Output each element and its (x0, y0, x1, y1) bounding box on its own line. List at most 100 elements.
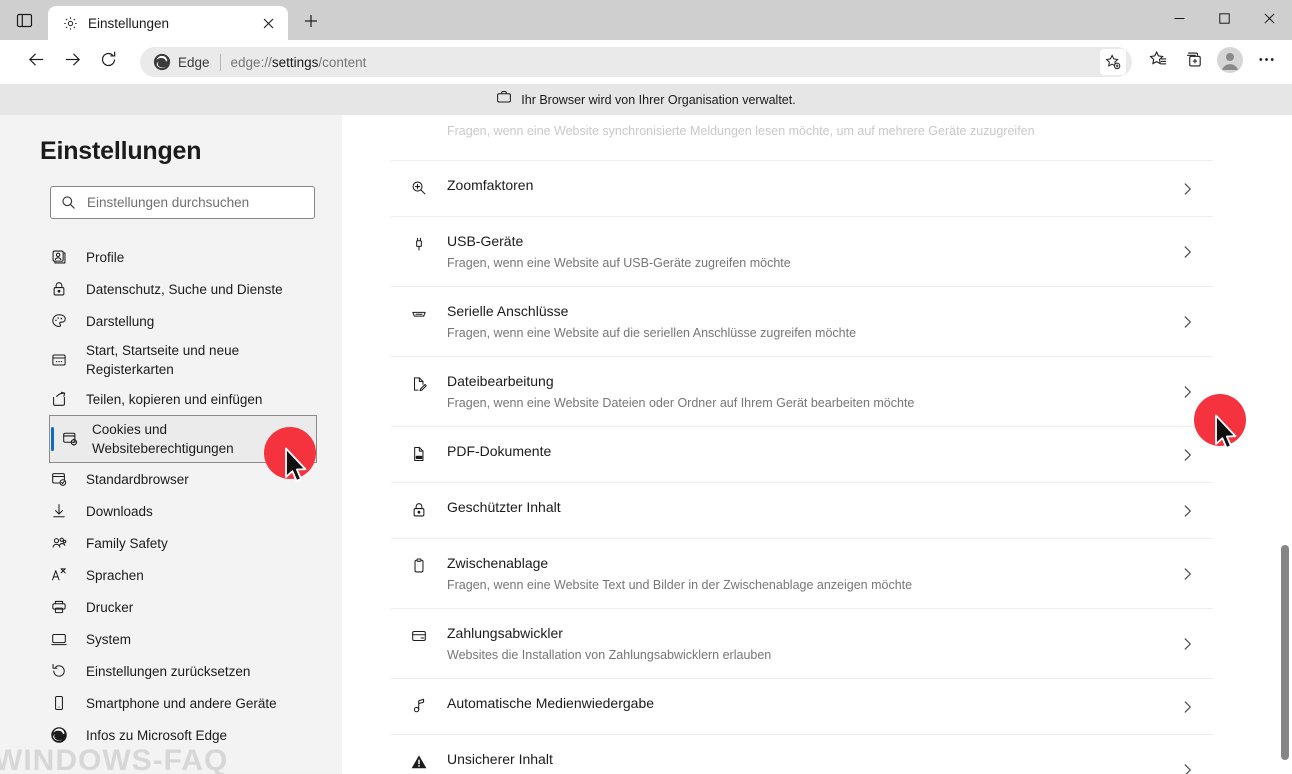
permission-title: Serielle Anschlüsse (447, 303, 569, 319)
organization-banner: Ihr Browser wird von Ihrer Organisation … (0, 84, 1292, 115)
zoom-icon (409, 178, 429, 198)
sidebar-item-teilen-kopieren-und-einf-gen[interactable]: Teilen, kopieren und einfügen (50, 383, 317, 415)
pdf-icon (409, 444, 429, 464)
organization-banner-text: Ihr Browser wird von Ihrer Organisation … (521, 92, 796, 107)
share-icon (50, 390, 68, 408)
sidebar-item-drucker[interactable]: Drucker (50, 591, 317, 623)
sidebar-item-profile[interactable]: Profile (50, 241, 317, 273)
permission-row-gesch-tzter-inhalt[interactable]: Geschützter Inhalt (391, 483, 1213, 539)
permission-row-pdf-dokumente[interactable]: PDF-Dokumente (391, 427, 1213, 483)
language-icon (50, 566, 68, 584)
clipboard-icon (409, 556, 429, 576)
sidebar-item-standardbrowser[interactable]: Standardbrowser (50, 463, 317, 495)
sidebar-item-einstellungen-zur-cksetzen[interactable]: Einstellungen zurücksetzen (50, 655, 317, 687)
search-settings-box[interactable] (50, 186, 315, 219)
sidebar-item-smartphone-und-andere-ger-te[interactable]: Smartphone und andere Geräte (50, 687, 317, 719)
profile-icon (50, 248, 68, 266)
download-icon (50, 502, 68, 520)
permission-row-zahlungsabwickler[interactable]: Zahlungsabwickler Websites die Installati… (391, 609, 1213, 679)
tab-actions-icon[interactable] (9, 6, 39, 34)
permission-row-serielle-anschl-sse[interactable]: Serielle Anschlüsse Fragen, wenn eine Web… (391, 287, 1213, 357)
sidebar-item-label: Downloads (86, 503, 153, 519)
more-options-button[interactable] (1248, 44, 1284, 80)
selection-indicator (51, 427, 54, 451)
arrow-left-icon (27, 50, 46, 74)
profile-avatar-icon (1217, 46, 1243, 78)
chevron-right-icon[interactable] (1180, 503, 1195, 518)
lock-icon (409, 500, 429, 520)
permission-title: Zoomfaktoren (447, 177, 534, 193)
edge-logo-icon (152, 53, 171, 72)
favorites-button[interactable] (1140, 44, 1176, 80)
palette-icon (50, 312, 68, 330)
chevron-right-icon[interactable] (1180, 244, 1195, 259)
search-input[interactable] (87, 195, 304, 210)
collections-button[interactable] (1176, 44, 1212, 80)
minimize-icon (1174, 11, 1185, 29)
family-icon (50, 534, 68, 552)
chevron-right-icon[interactable] (1180, 384, 1195, 399)
sidebar-item-start-startseite-und-neue-registerkarten[interactable]: Start, Startseite und neue Registerkarte… (50, 337, 317, 383)
url-bold: settings (271, 54, 319, 70)
omnibox-divider (219, 53, 221, 71)
address-bar[interactable]: Edge edge://settings/content (140, 47, 1132, 77)
sidebar-item-datenschutz-suche-und-dienste[interactable]: Datenschutz, Suche und Dienste (50, 273, 317, 305)
chevron-right-icon[interactable] (1180, 181, 1195, 196)
browser-tab-settings[interactable]: Einstellungen (48, 6, 288, 40)
sidebar-item-label: System (86, 631, 132, 647)
sidebar-item-label: Teilen, kopieren und einfügen (86, 391, 263, 407)
permission-row-usb-ger-te[interactable]: USB-Geräte Fragen, wenn eine Website auf … (391, 217, 1213, 287)
navigation-toolbar: Edge edge://settings/content (0, 40, 1292, 84)
url-prefix: edge:// (230, 54, 272, 70)
permission-description: Fragen, wenn eine Website auf die seriel… (447, 326, 857, 340)
tab-actions-area (0, 0, 48, 40)
chevron-right-icon[interactable] (1180, 314, 1195, 329)
reload-button[interactable] (90, 44, 126, 80)
sidebar-item-system[interactable]: System (50, 623, 317, 655)
tab-title: Einstellungen (88, 15, 170, 31)
page-title: Einstellungen (40, 137, 202, 165)
forward-button[interactable] (54, 44, 90, 80)
permission-row-zwischenablage[interactable]: Zwischenablage Fragen, wenn eine Website … (391, 539, 1213, 609)
chevron-right-icon[interactable] (1180, 762, 1195, 774)
serial-port-icon (409, 304, 429, 324)
star-plus-icon[interactable] (1100, 49, 1126, 75)
watermark: WINDOWS-FAQ (0, 744, 229, 774)
sidebar-item-downloads[interactable]: Downloads (50, 495, 317, 527)
sidebar-item-label: Profile (86, 249, 125, 265)
sidebar-item-family-safety[interactable]: Family Safety (50, 527, 317, 559)
sidebar-item-label: Sprachen (86, 567, 144, 583)
permission-description: Websites die Installation von Zahlungsab… (447, 648, 772, 662)
permission-row-automatische-medienwiedergabe[interactable]: Automatische Medienwiedergabe (391, 679, 1213, 735)
sidebar-item-sprachen[interactable]: Sprachen (50, 559, 317, 591)
cookies-icon (61, 430, 79, 448)
chevron-right-icon[interactable] (1180, 699, 1195, 714)
reload-icon (99, 50, 118, 74)
sidebar-item-label: Drucker (86, 599, 134, 615)
profile-button[interactable] (1212, 44, 1248, 80)
close-button[interactable] (1247, 0, 1292, 40)
permission-row-unsicherer-inhalt[interactable]: Unsicherer InhaltUnsichere Inhalte werde… (391, 735, 1213, 774)
printer-icon (50, 598, 68, 616)
permission-title: Dateibearbeitung (447, 373, 554, 389)
permission-row-zoomfaktoren[interactable]: Zoomfaktoren (391, 161, 1213, 217)
site-permissions-panel: Fragen, wenn eine Website synchronisiert… (342, 115, 1292, 774)
chevron-right-icon[interactable] (1180, 566, 1195, 581)
minimize-button[interactable] (1157, 0, 1202, 40)
chevron-right-icon[interactable] (1180, 636, 1195, 651)
sidebar-item-cookies-und-websiteberechtigungen[interactable]: Cookies und Websiteberechtigungen (49, 415, 317, 463)
permission-row[interactable]: Fragen, wenn eine Website synchronisiert… (391, 115, 1213, 161)
lock-icon (50, 280, 68, 298)
settings-page: Einstellungen Profile Datenschutz, Suche … (0, 115, 1292, 774)
close-icon[interactable] (256, 11, 280, 35)
chevron-right-icon[interactable] (1180, 447, 1195, 462)
scrollbar-thumb[interactable] (1281, 545, 1289, 760)
permission-row-dateibearbeitung[interactable]: Dateibearbeitung Fragen, wenn eine Websit… (391, 357, 1213, 427)
search-icon (61, 195, 76, 210)
new-tab-button[interactable] (294, 8, 328, 38)
back-button[interactable] (18, 44, 54, 80)
close-icon (1264, 11, 1275, 29)
maximize-button[interactable] (1202, 0, 1247, 40)
content-scrollbar[interactable] (1277, 115, 1292, 774)
sidebar-item-darstellung[interactable]: Darstellung (50, 305, 317, 337)
